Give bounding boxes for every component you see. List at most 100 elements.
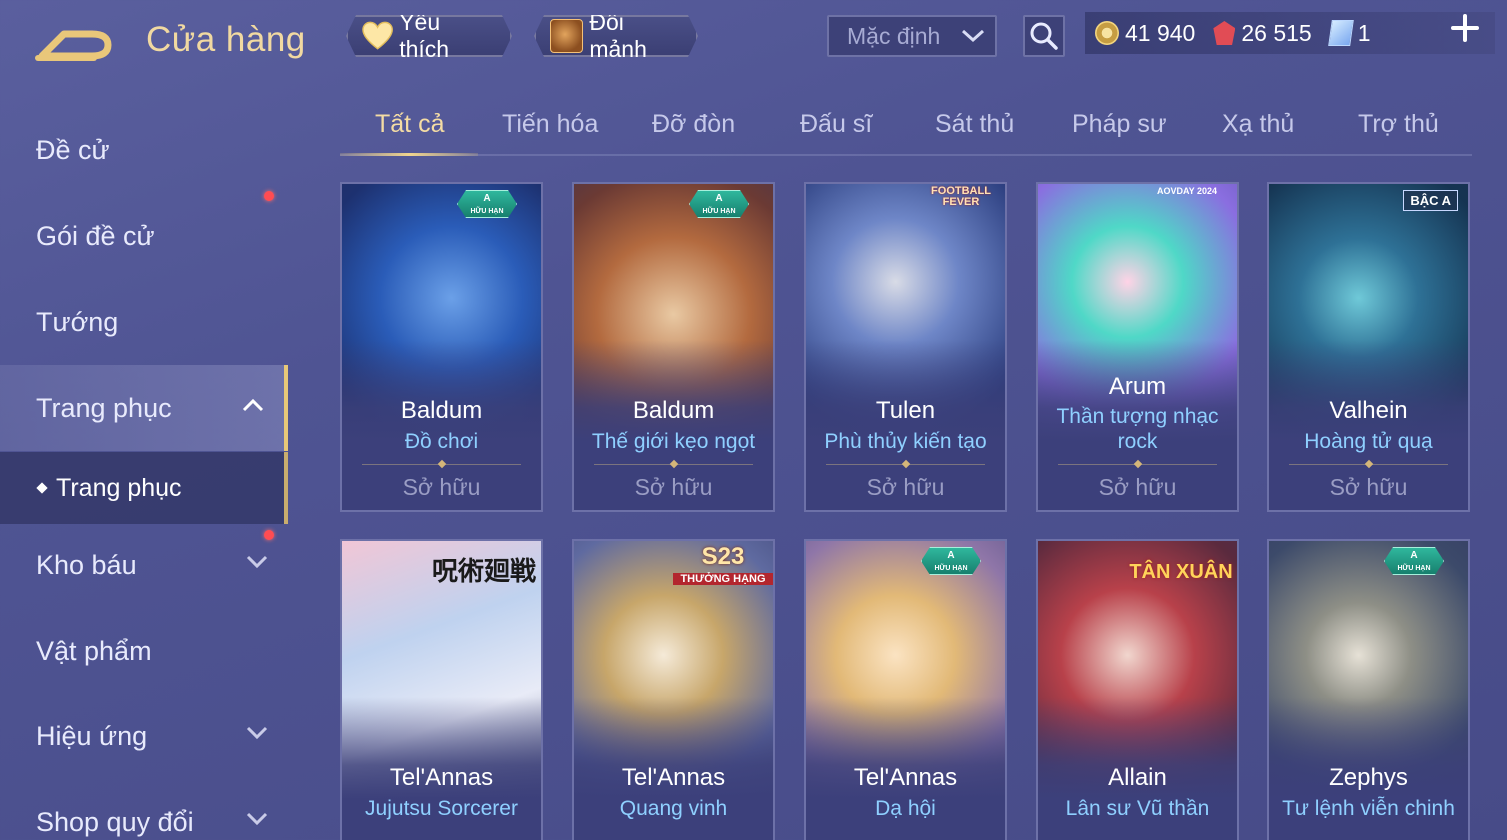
favorite-label: Yêu thích <box>399 9 450 62</box>
sidebar-item-heroes[interactable]: Tướng <box>0 279 288 365</box>
owned-status: Sở hữu <box>402 474 481 500</box>
red-gem-icon <box>1213 21 1236 45</box>
notification-dot <box>264 530 274 540</box>
sidebar-item-skins[interactable]: Trang phục <box>0 365 288 451</box>
skin-name: Thần tượng nhạc rock <box>1056 405 1219 453</box>
tab-assassin[interactable]: Sát thủ <box>935 110 1014 139</box>
gem-balance: 26 515 <box>1213 19 1312 47</box>
gold-amount: 41 940 <box>1125 19 1196 46</box>
sidebar-subitem-label: Trang phục <box>56 473 182 502</box>
sidebar-item-recommended-packs[interactable]: Gói đề cử <box>0 191 288 279</box>
sidebar-item-label: Shop quy đổi <box>36 806 194 837</box>
plus-icon <box>1451 14 1479 42</box>
voucher-balance: 1 <box>1327 19 1371 47</box>
sort-dropdown[interactable]: Mặc định <box>827 15 997 57</box>
sidebar-item-exchange-shop[interactable]: Shop quy đổi <box>0 779 288 840</box>
owned-status: Sở hữu <box>1098 474 1177 500</box>
skin-name: Quang vinh <box>619 797 728 820</box>
sort-value: Mặc định <box>847 22 941 49</box>
skin-grid: A HỮU HẠN Baldum Đồ chơi Sở hữu A HỮU HẠN … <box>340 182 1470 840</box>
sidebar-item-label: Hiệu ứng <box>36 720 148 751</box>
hero-name: Baldum <box>632 397 715 424</box>
chevron-down-icon <box>961 29 985 43</box>
chevron-down-icon <box>246 555 268 569</box>
skin-name: Lân sư Vũ thần <box>1065 797 1210 820</box>
tier-badge: A HỮU HẠN <box>689 190 749 218</box>
skin-card[interactable]: A HỮU HẠN Baldum Thế giới kẹo ngọt Sở hữu <box>572 182 775 512</box>
hero-name: Baldum <box>400 397 483 424</box>
sidebar-item-treasure[interactable]: Kho báu <box>0 522 288 608</box>
back-arrow-icon[interactable] <box>34 20 114 64</box>
skin-card[interactable]: A HỮU HẠN Zephys Tư lệnh viễn chinh <box>1267 539 1470 840</box>
event-logo: TÂN XUÂN <box>1129 561 1233 583</box>
sidebar-subitem-skins[interactable]: Trang phục <box>0 452 288 524</box>
hero-name: Tulen <box>875 397 936 424</box>
skin-card[interactable]: A HỮU HẠN Baldum Đồ chơi Sở hữu <box>340 182 543 512</box>
skin-name: Thế giới kẹo ngọt <box>591 430 756 453</box>
diamond-bullet-icon <box>36 482 48 494</box>
skin-card[interactable]: 呪術廻戦 Tel'Annas Jujutsu Sorcerer <box>340 539 543 840</box>
hero-name: Zephys <box>1329 764 1408 791</box>
sidebar-item-label: Đề cử <box>36 134 110 165</box>
hero-name: Arum <box>1108 373 1167 400</box>
active-tab-indicator <box>340 153 478 156</box>
tier-badge: A HỮU HẠN <box>921 547 981 575</box>
gem-amount: 26 515 <box>1241 19 1312 46</box>
favorite-button[interactable]: Yêu thích <box>346 15 512 57</box>
skin-name: Đồ chơi <box>404 430 479 453</box>
search-button[interactable] <box>1023 15 1065 57</box>
owned-status: Sở hữu <box>866 474 945 500</box>
sidebar-item-label: Gói đề cử <box>36 220 155 251</box>
hero-name: Valhein <box>1329 397 1408 424</box>
event-sublabel: THƯỞNG HẠNG <box>673 573 773 585</box>
chevron-down-icon <box>246 812 268 826</box>
owned-status: Sở hữu <box>1329 474 1408 500</box>
skin-card[interactable]: A HỮU HẠN Tel'Annas Dạ hội <box>804 539 1007 840</box>
exchange-label: Đổi mảnh <box>589 9 647 62</box>
tab-evolution[interactable]: Tiến hóa <box>502 110 598 139</box>
gold-balance: 41 940 <box>1095 20 1195 47</box>
sidebar-item-label: Kho báu <box>36 549 137 580</box>
notification-dot <box>264 191 274 201</box>
skin-name: Tư lệnh viễn chinh <box>1282 797 1455 820</box>
hero-name: Allain <box>1108 764 1167 791</box>
tab-fighter[interactable]: Đấu sĩ <box>800 110 872 139</box>
exchange-fragments-button[interactable]: Đổi mảnh <box>534 15 698 57</box>
hero-name: Tel'Annas <box>853 764 958 791</box>
chevron-up-icon <box>242 398 264 412</box>
skin-card[interactable]: TÂN XUÂN Allain Lân sư Vũ thần <box>1036 539 1239 840</box>
event-logo: 呪術廻戦 <box>431 557 536 587</box>
skin-name: Jujutsu Sorcerer <box>365 797 518 820</box>
tab-mage[interactable]: Pháp sư <box>1072 110 1167 139</box>
tier-badge: A HỮU HẠN <box>1384 547 1444 575</box>
tier-badge: BẬC A <box>1403 190 1458 211</box>
skin-card[interactable]: BẬC A Valhein Hoàng tử quạ Sở hữu <box>1267 182 1470 512</box>
sidebar-item-effects[interactable]: Hiệu ứng <box>0 693 288 779</box>
treasure-chest-icon <box>550 19 583 53</box>
voucher-amount: 1 <box>1357 19 1371 46</box>
hero-name: Tel'Annas <box>621 764 726 791</box>
tab-all[interactable]: Tất cả <box>375 110 444 139</box>
heart-icon <box>362 21 393 51</box>
tier-badge: A HỮU HẠN <box>457 190 517 218</box>
sidebar-item-label: Trang phục <box>36 392 172 423</box>
event-logo: AOVDAY 2024 <box>1156 186 1218 196</box>
skin-card[interactable]: FOOTBALL FEVER Tulen Phù thủy kiến tạo S… <box>804 182 1007 512</box>
skin-card[interactable]: AOVDAY 2024 Arum Thần tượng nhạc rock Sở… <box>1036 182 1239 512</box>
hero-name: Tel'Annas <box>389 764 494 791</box>
owned-status: Sở hữu <box>634 474 713 500</box>
add-currency-button[interactable] <box>1451 14 1479 42</box>
top-bar: Cửa hàng Yêu thích Đổi mảnh Mặc định 41 … <box>0 0 1507 80</box>
tab-marksman[interactable]: Xạ thủ <box>1222 110 1294 139</box>
tab-support[interactable]: Trợ thủ <box>1358 110 1439 139</box>
sidebar-item-recommended[interactable]: Đề cử <box>0 107 288 193</box>
search-icon <box>1030 22 1058 50</box>
event-logo: FOOTBALL FEVER <box>931 185 991 208</box>
event-logo: S23 <box>701 543 745 570</box>
gold-coin-icon <box>1095 21 1119 45</box>
sidebar-item-items[interactable]: Vật phẩm <box>0 608 288 694</box>
sidebar-item-label: Vật phẩm <box>36 635 152 666</box>
tab-tank[interactable]: Đỡ đòn <box>652 110 735 139</box>
chevron-down-icon <box>246 726 268 740</box>
skin-card[interactable]: S23 THƯỞNG HẠNG Tel'Annas Quang vinh <box>572 539 775 840</box>
